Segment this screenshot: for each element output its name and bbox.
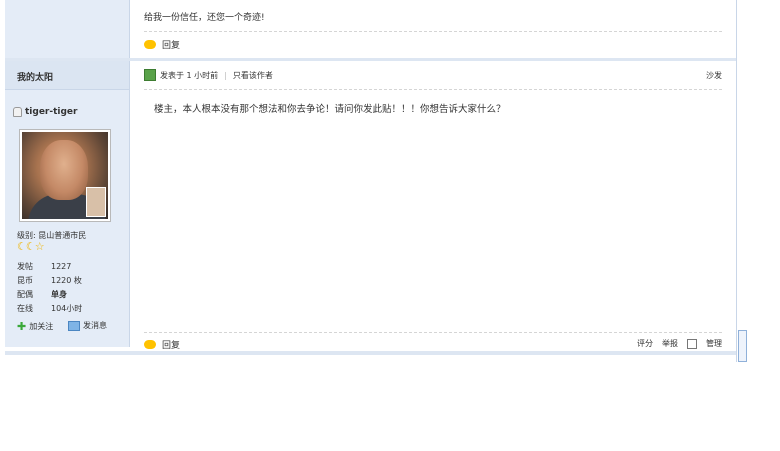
stat-row: 在线 104小时	[17, 304, 83, 313]
message-icon	[68, 320, 80, 331]
star-icon: ☆	[34, 240, 45, 253]
stat-row: 发帖 1227	[17, 262, 72, 271]
reply-label: 回复	[162, 41, 181, 51]
username: tiger-tiger	[25, 107, 78, 117]
post-time-icon	[144, 69, 156, 81]
post-content: 楼主，本人根本没有那个想法和你去争论！请问你发此贴！！！你想告诉大家什么？	[154, 104, 506, 115]
send-message-button[interactable]: 发消息	[68, 320, 107, 331]
reply-icon	[144, 340, 156, 349]
avatar[interactable]	[19, 129, 111, 222]
divider	[144, 332, 722, 333]
level-badges: ☾☾☆	[17, 240, 45, 253]
manage-link[interactable]: 管理	[706, 338, 722, 349]
post-meta: 发表于 1 小时前 | 只看该作者	[144, 69, 273, 81]
username-link[interactable]: tiger-tiger	[13, 107, 77, 117]
forum-thread: 给我一份信任，还您一个奇迹! 回复 我的太阳 tiger-tiger 级别: 昆…	[5, 0, 737, 362]
avatar-photo	[22, 132, 108, 219]
reply-icon	[144, 40, 156, 49]
post-actions: 评分 举报 管理	[637, 338, 722, 349]
side-scroll-tab[interactable]	[738, 330, 747, 362]
reply-label: 回复	[162, 341, 181, 351]
post-separator	[5, 351, 736, 355]
divider	[144, 31, 722, 32]
follow-button[interactable]: ✚ 加关注	[17, 320, 53, 333]
author-title: 我的太阳	[17, 73, 54, 83]
rate-link[interactable]: 评分	[637, 338, 653, 349]
plus-icon: ✚	[17, 320, 27, 333]
reply-button[interactable]: 回复	[144, 338, 180, 351]
user-stats: 发帖 1227 昆币 1220 枚 配偶 单身 在线 104小时	[17, 260, 82, 316]
moon-icon: ☾	[17, 240, 27, 253]
prev-post-signature: 给我一份信任，还您一个奇迹!	[144, 13, 265, 23]
moon-icon: ☾	[25, 240, 36, 253]
only-author-link[interactable]: 只看该作者	[233, 70, 273, 81]
prev-reply-button[interactable]: 回复	[144, 38, 180, 51]
user-icon	[13, 107, 22, 117]
prev-post-sidebar	[5, 0, 130, 58]
manage-checkbox[interactable]	[687, 338, 697, 349]
border-right	[736, 0, 737, 362]
prev-post-main: 给我一份信任，还您一个奇迹! 回复	[130, 0, 736, 58]
stat-row: 配偶 单身	[17, 290, 67, 299]
post-main: 发表于 1 小时前 | 只看该作者 沙发 楼主，本人根本没有那个想法和你去争论！…	[130, 61, 736, 351]
report-link[interactable]: 举报	[662, 338, 678, 349]
author-header: 我的太阳	[5, 61, 129, 90]
stat-row: 昆币 1220 枚	[17, 276, 82, 285]
post-time: 发表于 1 小时前	[160, 70, 219, 80]
floor-label: 沙发	[706, 71, 722, 80]
divider	[144, 89, 722, 90]
